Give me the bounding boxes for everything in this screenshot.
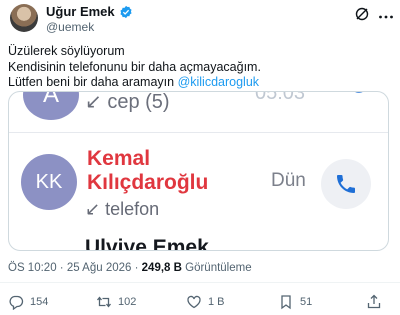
mention-link[interactable]: @kilicdarogluk: [178, 75, 259, 89]
reply-button[interactable]: 154: [8, 294, 48, 310]
reply-count: 154: [30, 296, 49, 308]
tweet-line-3: Lütfen beni bir daha aramayın @kilicdaro…: [8, 75, 392, 91]
call-button: [321, 159, 371, 209]
call-time-top: 05:03: [255, 91, 306, 104]
call-type: ↙ telefon: [85, 199, 160, 219]
tweet-line-1: Üzülerek söylüyorum: [8, 44, 125, 58]
author-name[interactable]: Uğur Emek: [46, 4, 115, 19]
contact-name-bottom: Ulviye Emek: [85, 236, 209, 251]
meta-separator: ·: [56, 262, 67, 274]
tweet-line-2: Kendisinin telefonunu bir daha açmayacağ…: [8, 59, 261, 74]
views-label: Görüntüleme: [181, 262, 252, 274]
tweet-meta: ÖS 10:20 · 25 Ağu 2026 · 249,8 B Görüntü…: [8, 262, 252, 274]
tweet-line-3-text: Lütfen beni bir daha aramayın: [8, 75, 178, 89]
phone-icon-top: [355, 92, 363, 93]
heart-icon: [187, 295, 201, 309]
meta-separator-2: ·: [131, 262, 142, 274]
action-bar: 154 102 1 B 51: [0, 292, 400, 312]
call-day: Dün: [271, 170, 306, 191]
like-count: 1 B: [208, 296, 225, 308]
tweet-header: Uğur Emek @uemek: [0, 0, 400, 40]
action-divider: [0, 282, 400, 283]
contact-name-line-2: Kılıçdaroğlu: [87, 171, 209, 194]
bookmark-count: 51: [300, 296, 313, 308]
tweet-date[interactable]: 25 Ağu 2026: [67, 262, 132, 274]
bookmark-icon: [281, 295, 291, 310]
author-handle[interactable]: @uemek: [46, 20, 94, 34]
tweet-media-image[interactable]: A ↙ cep (5) 05:03 KK Kemal Kılıçdaroğlu …: [8, 91, 389, 251]
grok-icon[interactable]: [354, 6, 370, 22]
verified-badge-icon: [120, 5, 132, 18]
contact-name: Kemal Kılıçdaroğlu: [87, 147, 208, 195]
call-divider: [9, 132, 388, 133]
author-avatar[interactable]: [10, 4, 38, 32]
contact-avatar-kk: KK: [21, 154, 77, 210]
contact-avatar-top: A: [23, 92, 79, 120]
call-type-top: ↙ cep (5): [85, 91, 170, 113]
more-options-icon[interactable]: [378, 9, 394, 25]
call-entry-bottom: Ulviye Emek: [9, 232, 388, 251]
retweet-button[interactable]: 102: [96, 294, 136, 310]
contact-name-line-1: Kemal: [87, 147, 151, 170]
like-button[interactable]: 1 B: [186, 294, 225, 310]
share-icon: [367, 294, 381, 309]
share-button[interactable]: [366, 294, 382, 310]
tweet-text: Üzülerek söylüyorum Kendisinin telefonun…: [8, 44, 392, 91]
views-count: 249,8 B: [141, 262, 182, 274]
tweet-time[interactable]: ÖS 10:20: [8, 262, 57, 274]
phone-icon: [337, 175, 355, 193]
call-entry-kemal: KK Kemal Kılıçdaroğlu ↙ telefon Dün: [9, 137, 388, 237]
call-log-screenshot: A ↙ cep (5) 05:03 KK Kemal Kılıçdaroğlu …: [9, 91, 388, 251]
call-entry-top: A ↙ cep (5) 05:03: [9, 91, 388, 125]
retweet-icon: [96, 296, 112, 308]
retweet-count: 102: [118, 296, 137, 308]
reply-icon: [9, 295, 24, 310]
bookmark-button[interactable]: 51: [278, 294, 312, 310]
author-name-row: Uğur Emek: [46, 4, 133, 19]
